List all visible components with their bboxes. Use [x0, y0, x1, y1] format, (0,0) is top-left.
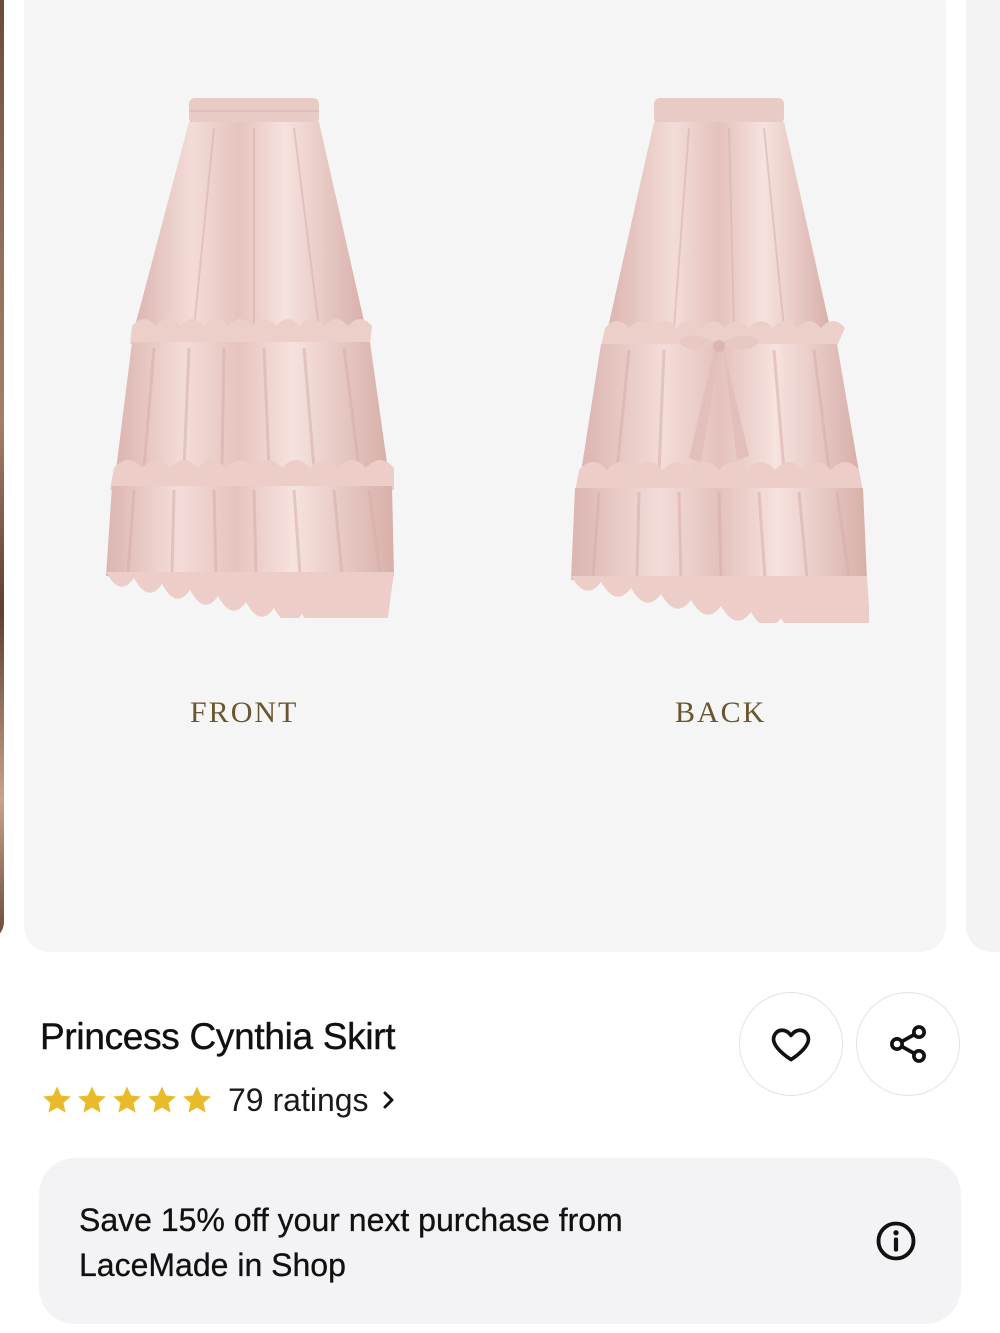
skirt-back-illustration — [571, 98, 869, 623]
star-rating — [40, 1083, 214, 1117]
promo-banner[interactable]: Save 15% off your next purchase from Lac… — [39, 1158, 961, 1324]
star-icon — [43, 1086, 71, 1113]
next-image-peek[interactable] — [966, 0, 1000, 952]
star-icon — [148, 1086, 176, 1113]
favorite-button[interactable] — [739, 992, 843, 1096]
previous-image-peek[interactable] — [0, 0, 4, 940]
back-view-label: BACK — [675, 696, 767, 729]
ratings-count: 79 ratings — [228, 1081, 369, 1118]
heart-icon — [771, 1028, 811, 1062]
skirt-front-illustration — [106, 98, 394, 618]
product-title: Princess Cynthia Skirt — [40, 1016, 396, 1057]
ratings-link[interactable]: 79 ratings — [40, 1078, 397, 1122]
share-icon — [890, 1025, 926, 1063]
info-icon[interactable] — [875, 1220, 917, 1262]
share-button[interactable] — [856, 992, 960, 1096]
front-view-label: FRONT — [190, 696, 299, 729]
product-page: FRONT BACK Princess Cynthia Skirt 79 rat… — [0, 0, 1000, 1333]
chevron-right-icon — [383, 1091, 394, 1109]
promo-text: Save 15% off your next purchase from Lac… — [79, 1202, 623, 1283]
star-icon — [113, 1086, 141, 1113]
star-icon — [78, 1086, 106, 1113]
star-icon — [183, 1086, 211, 1113]
product-image[interactable]: FRONT BACK — [24, 0, 946, 952]
